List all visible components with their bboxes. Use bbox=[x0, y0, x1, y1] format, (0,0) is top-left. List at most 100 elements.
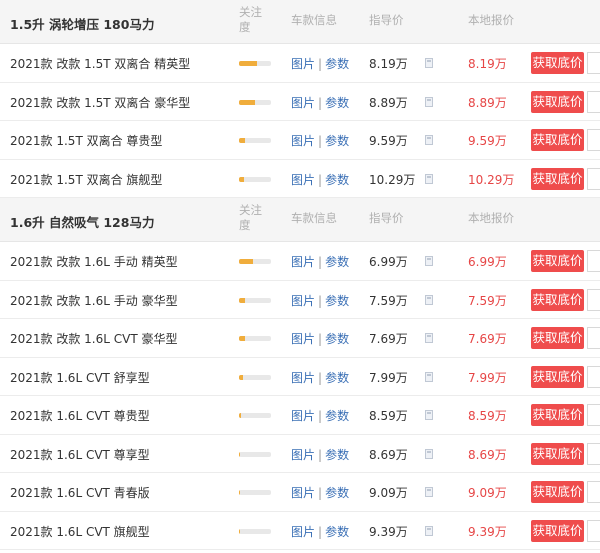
local-price: 7.59万 bbox=[468, 293, 507, 308]
row-side-control[interactable] bbox=[587, 519, 600, 542]
row-side-control[interactable] bbox=[587, 129, 600, 151]
pictures-link[interactable]: 图片 bbox=[291, 57, 315, 71]
get-lowest-price-button[interactable]: 获取底价 bbox=[531, 167, 584, 190]
calculator-icon[interactable] bbox=[425, 487, 433, 497]
attention-bar bbox=[239, 297, 271, 303]
get-lowest-price-button[interactable]: 获取底价 bbox=[531, 404, 584, 426]
calculator-icon[interactable] bbox=[425, 333, 433, 343]
params-link[interactable]: 参数 bbox=[325, 173, 349, 187]
info-links: 图片 | 参数 bbox=[291, 330, 349, 347]
guide-price: 7.99万 bbox=[369, 370, 408, 385]
model-name[interactable]: 2021款 1.6L CVT 尊贵型 bbox=[10, 407, 150, 424]
row-side-control[interactable] bbox=[587, 167, 600, 190]
calculator-icon[interactable] bbox=[425, 294, 433, 305]
pictures-link[interactable]: 图片 bbox=[291, 486, 315, 500]
pictures-link[interactable]: 图片 bbox=[291, 525, 315, 539]
row-side-control[interactable] bbox=[587, 404, 600, 426]
pictures-link[interactable]: 图片 bbox=[291, 294, 315, 308]
section-title: 1.6升 自然吸气 128马力 bbox=[10, 215, 155, 230]
guide-price: 10.29万 bbox=[369, 172, 416, 187]
params-link[interactable]: 参数 bbox=[325, 134, 349, 148]
params-link[interactable]: 参数 bbox=[325, 294, 349, 308]
params-link[interactable]: 参数 bbox=[325, 255, 349, 269]
calculator-icon[interactable] bbox=[425, 371, 433, 382]
params-link[interactable]: 参数 bbox=[325, 448, 349, 462]
get-lowest-price-button[interactable]: 获取底价 bbox=[531, 519, 584, 542]
model-name[interactable]: 2021款 改款 1.6L 手动 豪华型 bbox=[10, 292, 178, 309]
row-side-control[interactable] bbox=[587, 52, 600, 74]
model-name[interactable]: 2021款 1.5T 双离合 旗舰型 bbox=[10, 171, 162, 188]
local-price: 7.99万 bbox=[468, 370, 507, 385]
model-name[interactable]: 2021款 改款 1.6L 手动 精英型 bbox=[10, 253, 178, 270]
row-side-control[interactable] bbox=[587, 327, 600, 349]
pictures-link[interactable]: 图片 bbox=[291, 371, 315, 385]
local-price: 9.09万 bbox=[468, 486, 507, 500]
row-side-control[interactable] bbox=[587, 250, 600, 272]
calculator-icon[interactable] bbox=[425, 525, 433, 536]
header-guide-price: 指导价 bbox=[369, 211, 404, 225]
section-header: 1.6升 自然吸气 128马力 关注度 车款信息 指导价 本地报价 bbox=[0, 198, 600, 242]
table-row: 2021款 改款 1.5T 双离合 精英型 图片 | 参数 8.19万 8.19万 获取底价 bbox=[0, 44, 600, 83]
get-lowest-price-button[interactable]: 获取底价 bbox=[531, 250, 584, 272]
params-link[interactable]: 参数 bbox=[325, 96, 349, 110]
pictures-link[interactable]: 图片 bbox=[291, 448, 315, 462]
params-link[interactable]: 参数 bbox=[325, 332, 349, 346]
params-link[interactable]: 参数 bbox=[325, 57, 349, 71]
calculator-icon[interactable] bbox=[425, 135, 433, 145]
calculator-icon[interactable] bbox=[425, 410, 433, 420]
model-name[interactable]: 2021款 1.6L CVT 尊享型 bbox=[10, 446, 150, 463]
get-lowest-price-button[interactable]: 获取底价 bbox=[531, 52, 584, 74]
calculator-icon[interactable] bbox=[425, 256, 433, 266]
calculator-icon[interactable] bbox=[425, 58, 433, 68]
table-row: 2021款 1.6L CVT 旗舰型 图片 | 参数 9.39万 9.39万 获取底价 bbox=[0, 511, 600, 550]
params-link[interactable]: 参数 bbox=[325, 525, 349, 539]
attention-bar-fill bbox=[239, 138, 246, 143]
guide-price: 8.89万 bbox=[369, 95, 408, 110]
pictures-link[interactable]: 图片 bbox=[291, 332, 315, 346]
params-link[interactable]: 参数 bbox=[325, 409, 349, 423]
row-side-control[interactable] bbox=[587, 365, 600, 388]
pictures-link[interactable]: 图片 bbox=[291, 134, 315, 148]
attention-bar-fill bbox=[239, 61, 257, 66]
link-separator: | bbox=[318, 57, 323, 71]
get-lowest-price-button[interactable]: 获取底价 bbox=[531, 327, 584, 349]
get-lowest-price-button[interactable]: 获取底价 bbox=[531, 288, 584, 311]
attention-bar bbox=[239, 490, 271, 495]
row-side-control[interactable] bbox=[587, 90, 600, 113]
get-lowest-price-button[interactable]: 获取底价 bbox=[531, 129, 584, 151]
attention-bar-fill bbox=[239, 451, 241, 457]
get-lowest-price-button[interactable]: 获取底价 bbox=[531, 481, 584, 503]
params-link[interactable]: 参数 bbox=[325, 371, 349, 385]
header-info: 车款信息 bbox=[291, 211, 337, 225]
pictures-link[interactable]: 图片 bbox=[291, 96, 315, 110]
calculator-icon[interactable] bbox=[425, 173, 433, 184]
get-lowest-price-button[interactable]: 获取底价 bbox=[531, 442, 584, 465]
get-lowest-price-button[interactable]: 获取底价 bbox=[531, 365, 584, 388]
link-separator: | bbox=[318, 524, 323, 539]
row-side-control[interactable] bbox=[587, 288, 600, 311]
calculator-icon[interactable] bbox=[425, 448, 433, 459]
get-lowest-price-button[interactable]: 获取底价 bbox=[531, 90, 584, 113]
model-name[interactable]: 2021款 1.5T 双离合 尊贵型 bbox=[10, 132, 162, 149]
model-name[interactable]: 2021款 1.6L CVT 舒享型 bbox=[10, 369, 150, 386]
table-row: 2021款 1.5T 双离合 尊贵型 图片 | 参数 9.59万 9.59万 获取底价 bbox=[0, 121, 600, 160]
model-name[interactable]: 2021款 改款 1.6L CVT 豪华型 bbox=[10, 330, 178, 347]
model-name[interactable]: 2021款 改款 1.5T 双离合 豪华型 bbox=[10, 94, 190, 111]
model-name[interactable]: 2021款 1.6L CVT 青春版 bbox=[10, 484, 150, 501]
guide-price: 6.99万 bbox=[369, 255, 408, 269]
params-link[interactable]: 参数 bbox=[325, 486, 349, 500]
local-price: 6.99万 bbox=[468, 255, 507, 269]
row-side-control[interactable] bbox=[587, 442, 600, 465]
guide-price: 7.59万 bbox=[369, 293, 408, 308]
attention-bar-fill bbox=[239, 490, 241, 495]
local-price: 10.29万 bbox=[468, 172, 515, 187]
pictures-link[interactable]: 图片 bbox=[291, 255, 315, 269]
model-name[interactable]: 2021款 1.6L CVT 旗舰型 bbox=[10, 523, 150, 540]
attention-bar-fill bbox=[239, 413, 241, 418]
model-name[interactable]: 2021款 改款 1.5T 双离合 精英型 bbox=[10, 55, 190, 72]
pictures-link[interactable]: 图片 bbox=[291, 409, 315, 423]
table-row: 2021款 改款 1.6L 手动 豪华型 图片 | 参数 7.59万 7.59万 获取底价 bbox=[0, 280, 600, 319]
pictures-link[interactable]: 图片 bbox=[291, 173, 315, 187]
calculator-icon[interactable] bbox=[425, 96, 433, 107]
row-side-control[interactable] bbox=[587, 481, 600, 503]
